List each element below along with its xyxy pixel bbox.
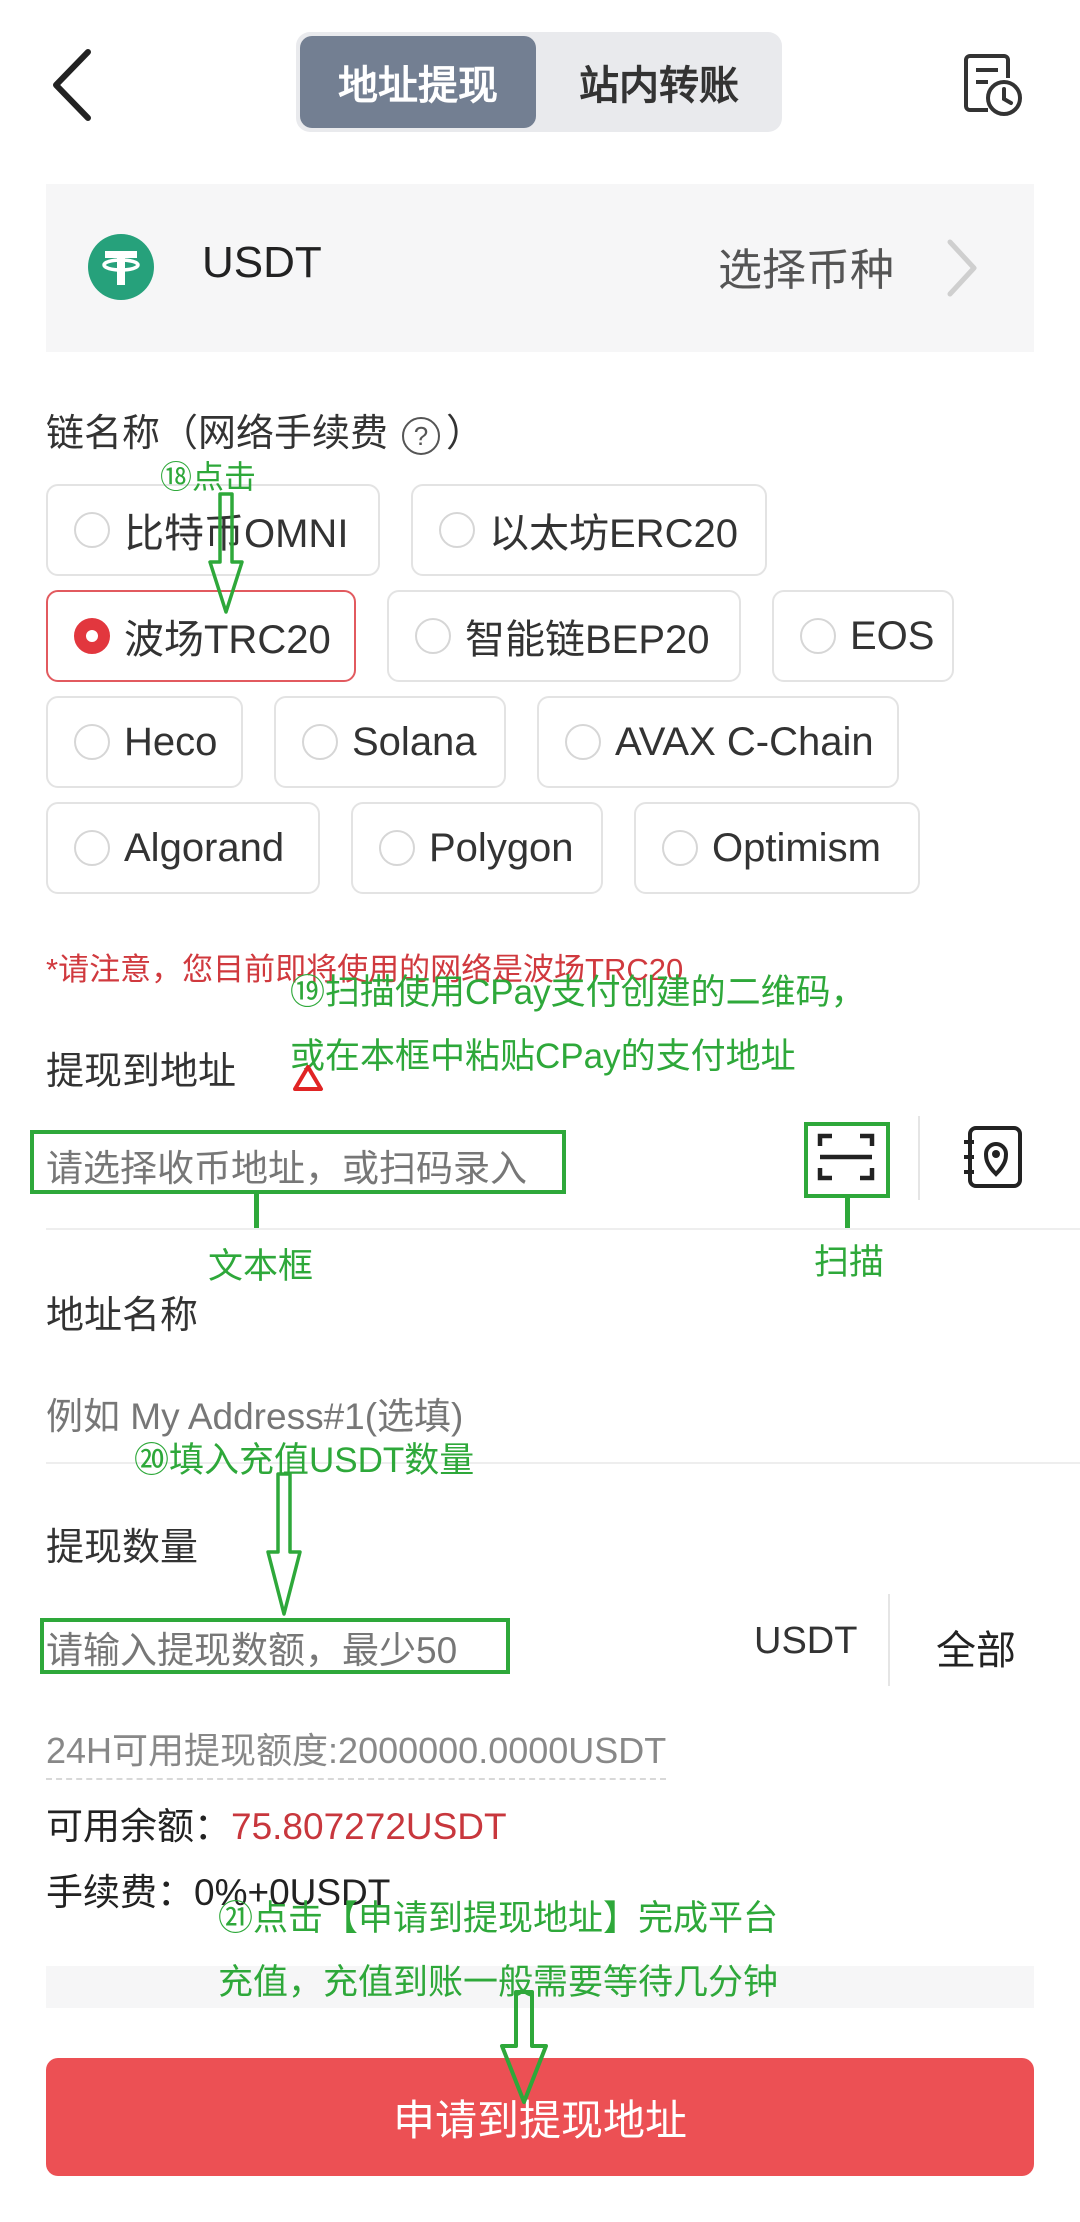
daily-limit: 24H可用提现额度:2000000.0000USDT xyxy=(46,1722,667,1780)
back-button[interactable] xyxy=(40,40,110,130)
address-book-button[interactable] xyxy=(958,1122,1030,1192)
tab-internal-transfer[interactable]: 站内转账 xyxy=(540,36,778,128)
radio-icon xyxy=(800,618,836,654)
annotation-connector xyxy=(845,1198,850,1228)
annotation-connector xyxy=(254,1194,259,1228)
annotation-arrow-down-icon xyxy=(500,1990,548,2104)
tab-address-withdraw[interactable]: 地址提现 xyxy=(300,36,536,128)
annotation-amount-highlight xyxy=(40,1618,510,1674)
network-label: 链名称（网络手续费?） xyxy=(46,413,485,455)
network-option-heco[interactable]: Heco xyxy=(46,696,243,788)
network-option-optimism[interactable]: Optimism xyxy=(634,802,920,894)
tab-switcher: 地址提现 站内转账 xyxy=(296,32,782,132)
help-icon[interactable]: ? xyxy=(402,416,441,455)
network-option-polygon[interactable]: Polygon xyxy=(351,802,603,894)
network-option-algorand[interactable]: Algorand xyxy=(46,802,320,894)
radio-icon xyxy=(439,512,475,548)
radio-icon xyxy=(302,724,338,760)
chevron-right-icon xyxy=(947,239,977,297)
coin-symbol: USDT xyxy=(202,238,322,287)
network-option-erc20[interactable]: 以太坊ERC20 xyxy=(411,484,767,576)
tether-logo-icon xyxy=(88,234,154,300)
address-label: 提现到地址 xyxy=(46,1051,237,1093)
amount-unit: USDT xyxy=(754,1620,858,1662)
annotation-step21-line1: ㉑点击【申请到提现地址】完成平台 xyxy=(218,1899,779,1938)
annotation-arrow-down-icon xyxy=(266,1472,302,1616)
annotation-step19-line1: ⑲扫描使用CPay支付创建的二维码， xyxy=(290,973,866,1012)
available-balance: 可用余额：75.807272USDT xyxy=(46,1806,507,1847)
network-option-eos[interactable]: EOS xyxy=(772,590,954,682)
divider xyxy=(888,1594,890,1686)
divider xyxy=(46,1228,1080,1230)
all-button[interactable]: 全部 xyxy=(936,1618,1016,1676)
radio-icon xyxy=(74,724,110,760)
radio-icon xyxy=(565,724,601,760)
annotation-scan: 扫描 xyxy=(814,1243,885,1282)
history-record-icon xyxy=(964,54,1022,116)
annotation-step19-line2: 或在本框中粘贴CPay的支付地址 xyxy=(290,1037,796,1076)
network-option-solana[interactable]: Solana xyxy=(274,696,506,788)
balance-value: 75.807272USDT xyxy=(231,1806,507,1847)
radio-icon xyxy=(379,830,415,866)
radio-icon xyxy=(74,830,110,866)
annotation-step20: ⑳填入充值USDT数量 xyxy=(134,1441,475,1480)
amount-label: 提现数量 xyxy=(46,1527,199,1569)
address-name-label: 地址名称 xyxy=(46,1295,199,1337)
annotation-warning-triangle-icon xyxy=(293,1065,323,1091)
select-coin-label: 选择币种 xyxy=(718,246,894,295)
chevron-left-icon xyxy=(53,49,91,121)
annotation-textbox-highlight xyxy=(30,1130,566,1194)
radio-selected-icon xyxy=(74,618,110,654)
annotation-arrow-down-icon xyxy=(208,492,244,614)
address-book-icon xyxy=(964,1126,1022,1188)
coin-selector[interactable]: USDT 选择币种 xyxy=(46,184,1034,352)
divider xyxy=(918,1116,920,1200)
annotation-textbox: 文本框 xyxy=(208,1247,314,1286)
network-option-bep20[interactable]: 智能链BEP20 xyxy=(387,590,741,682)
history-button[interactable] xyxy=(958,50,1028,120)
radio-icon xyxy=(74,512,110,548)
annotation-scan-highlight xyxy=(804,1122,890,1198)
network-option-trc20[interactable]: 波场TRC20 xyxy=(46,590,356,682)
radio-icon xyxy=(662,830,698,866)
radio-icon xyxy=(415,618,451,654)
network-option-avax[interactable]: AVAX C-Chain xyxy=(537,696,899,788)
